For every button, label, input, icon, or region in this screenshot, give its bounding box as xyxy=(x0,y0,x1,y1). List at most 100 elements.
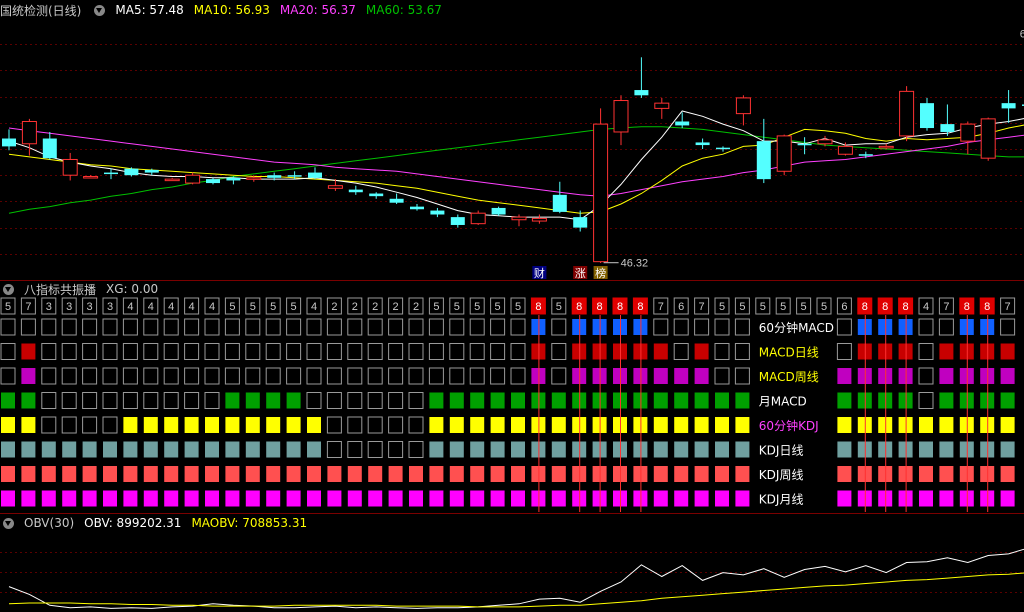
signal-cell-on xyxy=(694,368,709,384)
signal-cell-on xyxy=(286,466,301,482)
signal-cell-off xyxy=(347,343,363,360)
high-price-label: 63.80 xyxy=(1020,29,1024,41)
signal-cell-on xyxy=(919,490,933,507)
candle-body xyxy=(716,147,730,150)
signal-cell-off xyxy=(41,318,57,336)
signal-cell-on xyxy=(470,441,485,458)
signal-cell-on xyxy=(674,490,689,507)
signal-cell-off xyxy=(469,367,485,385)
resonance-grid[interactable]: 5 7 3 3 3 3 4 4 4 4 4 5 5 5 5 4 2 2 2 2 2 5 5 5 5 5 8 5 8 8 8 8 7 6 7 5 5 5 5 5… xyxy=(0,297,1024,512)
signal-cell-off xyxy=(143,343,159,360)
signal-cell-on xyxy=(103,441,117,458)
signal-cell-on xyxy=(62,490,77,507)
candle-body xyxy=(2,138,16,147)
signal-cell-off xyxy=(122,318,138,336)
candle-body xyxy=(675,121,690,126)
signal-cell-off xyxy=(918,392,934,409)
signal-cell-off xyxy=(388,441,404,458)
signal-row-label: KDJ月线 xyxy=(759,493,804,507)
signal-cell-on xyxy=(715,441,729,458)
signal-cell-off xyxy=(388,318,404,336)
signal-cell-on xyxy=(21,490,36,507)
score-value: 5 xyxy=(250,301,256,313)
signal-cell-off xyxy=(245,343,261,360)
signal-cell-on xyxy=(1000,441,1015,458)
signal-row-label: 60分钟MACD xyxy=(759,320,834,335)
score-value: 5 xyxy=(719,301,725,313)
signal-cell-on xyxy=(470,417,485,433)
signal-cell-off xyxy=(428,318,444,336)
candle-body xyxy=(899,90,915,137)
signal-cell-off xyxy=(265,367,281,385)
panel-menu-icon[interactable] xyxy=(3,283,14,295)
signal-cell-off xyxy=(143,318,159,336)
candle-body xyxy=(226,177,241,181)
score-value: 2 xyxy=(413,301,419,313)
signal-cell-on xyxy=(837,368,852,384)
signal-cell-on xyxy=(286,490,301,507)
signal-cell-off xyxy=(0,318,16,336)
signal-cell-off xyxy=(306,392,322,409)
panel-menu-icon[interactable] xyxy=(94,4,106,16)
signal-cell-off xyxy=(163,318,179,336)
signal-cell-off xyxy=(61,416,77,434)
signal-cell-on xyxy=(470,466,485,482)
obv-chart[interactable] xyxy=(0,532,1024,612)
signal-cell-on xyxy=(939,343,954,360)
main-panel-title: 国统检测(日线) xyxy=(0,3,82,18)
signal-cell-on xyxy=(103,490,117,507)
signal-cell-off xyxy=(204,318,220,336)
score-value: 5 xyxy=(801,301,807,313)
signal-cell-on xyxy=(735,417,750,433)
signal-cell-on xyxy=(184,490,199,507)
signal-cell-on xyxy=(939,368,954,384)
score-value: 7 xyxy=(699,301,705,313)
score-value: 2 xyxy=(393,301,399,313)
signal-cell-off xyxy=(694,318,710,336)
candle-body xyxy=(308,172,322,178)
signal-cell-on xyxy=(21,368,36,384)
signal-cell-off xyxy=(82,343,98,360)
signal-cell-on xyxy=(694,441,709,458)
signal-row-label: KDJ周线 xyxy=(759,468,804,482)
resonance-panel-title: 八指标共振播 xyxy=(24,282,97,297)
score-value: 7 xyxy=(943,301,949,313)
signal-cell-on xyxy=(205,441,219,458)
signal-cell-on xyxy=(939,392,954,409)
signal-cell-on xyxy=(21,392,36,409)
signal-cell-on xyxy=(694,343,709,360)
score-value: 4 xyxy=(189,301,195,313)
signal-cell-on xyxy=(286,392,301,409)
signal-cell-off xyxy=(734,367,750,385)
signal-cell-off xyxy=(0,367,16,385)
signal-cell-on xyxy=(694,392,709,409)
score-value: 4 xyxy=(311,301,317,313)
signal-cell-on xyxy=(449,490,464,507)
candle-body xyxy=(980,118,996,159)
score-value: 4 xyxy=(168,301,174,313)
signal-cell-on xyxy=(449,441,464,458)
signal-cell-on xyxy=(490,392,505,409)
signal-cell-on xyxy=(245,392,260,409)
signal-cell-off xyxy=(347,416,363,434)
panel-menu-icon[interactable] xyxy=(3,517,14,529)
signal-cell-off xyxy=(122,367,138,385)
signal-cell-off xyxy=(102,318,118,336)
signal-cell-on xyxy=(470,392,485,409)
signal-cell-on xyxy=(164,441,179,458)
signal-cell-on xyxy=(551,417,566,433)
signal-cell-on xyxy=(143,441,158,458)
signal-cell-on xyxy=(511,466,525,482)
signal-cell-off xyxy=(510,367,526,385)
score-value: 6 xyxy=(841,301,847,313)
signal-cell-on xyxy=(245,490,260,507)
candlestick-chart[interactable]: 63.80 46.32 财 涨榜 xyxy=(0,18,1024,280)
signal-cell-on xyxy=(266,392,281,409)
signal-cell-off xyxy=(347,441,363,458)
signal-cell-off xyxy=(102,343,118,360)
signal-cell-off xyxy=(347,318,363,336)
signal-row-label: MACD日线 xyxy=(759,346,819,360)
signal-cell-off xyxy=(836,343,852,360)
candle-body xyxy=(634,90,649,96)
candle-body xyxy=(287,175,302,177)
